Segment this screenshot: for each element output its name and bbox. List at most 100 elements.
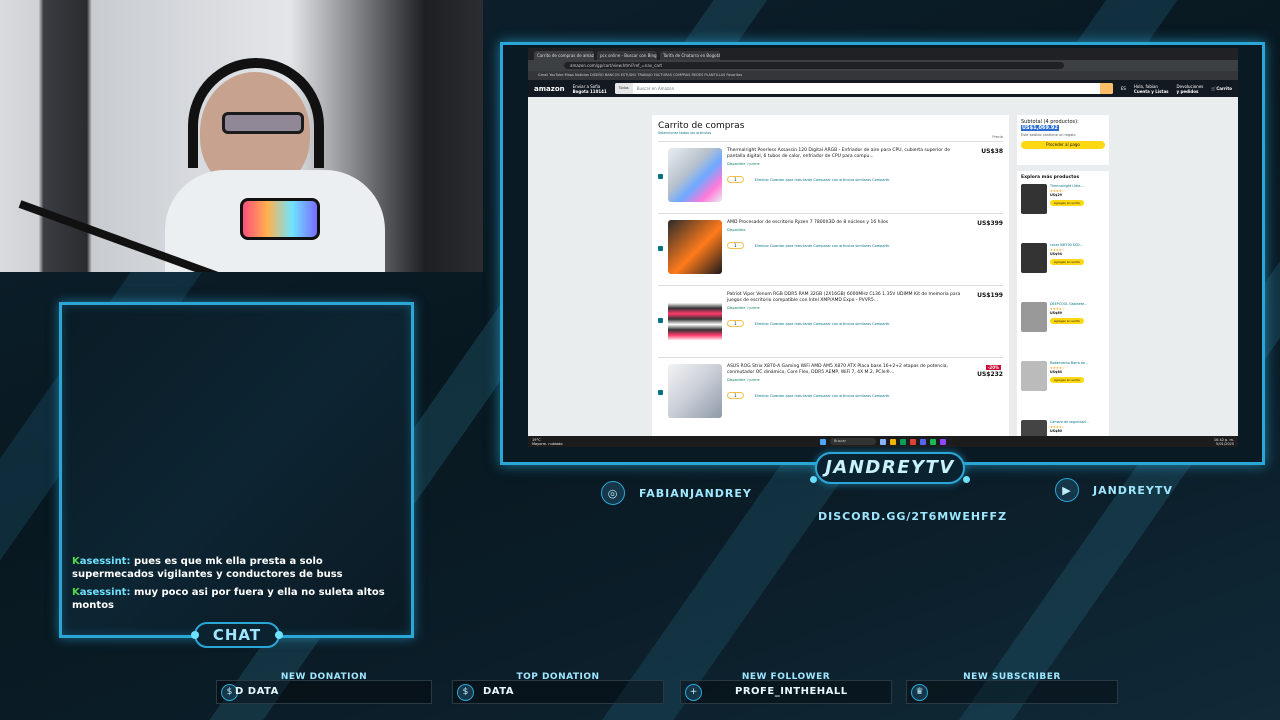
cart-item: AMD Procesador de escritorio Ryzen 7 780…: [658, 214, 1003, 286]
amazon-navbar: amazon Enviar a Sofia Bogota 110141 Todo…: [528, 80, 1238, 97]
explore-item-price: US$64: [1050, 370, 1062, 374]
item-price-value: US$199: [977, 292, 1003, 299]
add-to-cart-button[interactable]: Agregar al carrito: [1050, 317, 1084, 324]
item-image[interactable]: [668, 292, 722, 346]
quantity-stepper[interactable]: 1: [727, 242, 744, 249]
instagram-icon: ◎: [601, 481, 625, 505]
amazon-search[interactable]: Todos Buscar en Amazon: [614, 83, 1113, 94]
amazon-body: Carrito de compras Seleccionar todos los…: [528, 97, 1238, 447]
browser-tab[interactable]: Tarifa de Chatarra en Bogotá: [660, 51, 720, 60]
item-actions[interactable]: Eliminar Guardar para más tarde Comparar…: [755, 178, 890, 182]
explore-item-price: US$80: [1050, 429, 1062, 433]
cart-panel: Carrito de compras Seleccionar todos los…: [652, 115, 1009, 447]
item-stock: Disponible ✓prime: [727, 306, 760, 310]
alert-label: NEW FOLLOWER: [741, 672, 831, 682]
spotify-icon[interactable]: [930, 438, 936, 445]
item-image[interactable]: [668, 220, 722, 274]
item-image[interactable]: [668, 364, 722, 418]
language-selector[interactable]: ES: [1121, 86, 1126, 91]
item-name[interactable]: Patriot Viper Venom RGB DDR5 RAM 32GB (2…: [727, 292, 962, 304]
item-price: US$38: [967, 148, 1003, 207]
new-subscriber-alert: NEW SUBSCRIBER ♛: [906, 672, 1118, 704]
app-icon[interactable]: [910, 438, 916, 445]
item-actions[interactable]: Eliminar Guardar para más tarde Comparar…: [755, 322, 890, 326]
windows-start-icon[interactable]: [820, 438, 826, 445]
item-price: -20%US$232: [967, 364, 1003, 424]
explore-item-image[interactable]: [1021, 302, 1047, 332]
explore-item: Thermalright Ultra... ★★★★☆ US$29 Agrega…: [1021, 184, 1105, 240]
explore-title: Explora más productos: [1021, 175, 1080, 180]
cart-link[interactable]: 🛒Carrito: [1211, 86, 1232, 91]
taskbar-clock[interactable]: 10:42 p. m. 5/01/2025: [1214, 438, 1234, 446]
add-to-cart-button[interactable]: Agregar al carrito: [1050, 258, 1084, 265]
browser-tab[interactable]: pcs online - Buscar con Bing: [597, 51, 657, 60]
chrome-icon[interactable]: [900, 438, 906, 445]
explore-item-price: US$94: [1050, 252, 1062, 256]
discord-icon[interactable]: [920, 438, 926, 445]
explore-item: Rodamiento Barra de... ★★★★☆ US$64 Agreg…: [1021, 361, 1105, 417]
screen-share: Carrito de compras de amazon pcs online …: [528, 48, 1238, 447]
explore-item-image[interactable]: [1021, 184, 1047, 214]
explore-item-price: US$29: [1050, 193, 1062, 197]
item-name[interactable]: Thermalright Peerless Assassin 120 Digit…: [727, 148, 962, 160]
cart-item: Patriot Viper Venom RGB DDR5 RAM 32GB (2…: [658, 286, 1003, 358]
item-price-value: US$232: [977, 371, 1003, 378]
follower-icon: +: [685, 684, 702, 701]
orders-line2: y pedidos: [1176, 88, 1199, 94]
twitch-kick-icon: K: [72, 587, 80, 598]
item-name[interactable]: ASUS ROG Strix X870-A Gaming WiFi AMD AM…: [727, 364, 962, 376]
browser-toolbar: amazon.com/gp/cart/view.html?ref_=nav_ca…: [528, 60, 1238, 71]
banner-dot-right: [963, 476, 970, 483]
item-checkbox[interactable]: [658, 246, 663, 251]
search-category[interactable]: Todos: [614, 83, 633, 94]
youtube-icon: ▶: [1055, 478, 1079, 502]
obs-icon[interactable]: [940, 438, 946, 445]
taskbar-search[interactable]: Buscar: [830, 438, 876, 445]
item-name[interactable]: AMD Procesador de escritorio Ryzen 7 780…: [727, 220, 962, 226]
task-view-icon[interactable]: [880, 438, 886, 445]
cart-item: Thermalright Peerless Assassin 120 Digit…: [658, 142, 1003, 214]
explore-item-image[interactable]: [1021, 361, 1047, 391]
weather-widget[interactable]: 19°C Mayorm. nublado: [532, 438, 563, 446]
chat-tab: CHAT: [191, 622, 283, 648]
item-actions[interactable]: Eliminar Guardar para más tarde Comparar…: [755, 394, 890, 398]
amazon-logo[interactable]: amazon: [534, 85, 565, 93]
browser-tab[interactable]: Carrito de compras de amazon: [534, 51, 594, 60]
alert-label: NEW SUBSCRIBER: [963, 672, 1061, 682]
item-checkbox[interactable]: [658, 390, 663, 395]
explore-item: DEEPCOOL Gabinete... ★★★★☆ US$69 Agregar…: [1021, 302, 1105, 358]
gift-checkbox[interactable]: Este pedido contiene un regalo: [1021, 133, 1105, 137]
add-to-cart-button[interactable]: Agregar al carrito: [1050, 376, 1084, 383]
item-checkbox[interactable]: [658, 174, 663, 179]
cart-item: ASUS ROG Strix X870-A Gaming WiFi AMD AM…: [658, 358, 1003, 430]
quantity-stepper[interactable]: 1: [727, 392, 744, 399]
crown-icon: ♛: [911, 684, 928, 701]
account-line2: Cuenta y Listas: [1133, 88, 1169, 94]
address-bar[interactable]: amazon.com/gp/cart/view.html?ref_=nav_ca…: [564, 62, 1064, 69]
instagram-handle: ◎ FABIANJANDREY: [601, 481, 752, 505]
item-image[interactable]: [668, 148, 722, 202]
account-menu[interactable]: Hola, fabian Cuenta y Listas: [1134, 84, 1169, 94]
search-input[interactable]: Buscar en Amazon: [633, 86, 1100, 91]
bookmarks-bar[interactable]: Gmail YouTube Maps Noticias DISEÑO BANCO…: [528, 71, 1238, 80]
item-stock: Disponible: [727, 228, 746, 232]
alert-label: TOP DONATION: [516, 672, 600, 682]
item-actions[interactable]: Eliminar Guardar para más tarde Comparar…: [755, 244, 890, 248]
alert-value: DATA: [483, 686, 515, 697]
quantity-stepper[interactable]: 1: [727, 176, 744, 183]
search-button[interactable]: [1099, 83, 1113, 94]
checkout-button[interactable]: Proceder al pago: [1021, 141, 1105, 149]
quantity-stepper[interactable]: 1: [727, 320, 744, 327]
alert-value: PROFE_INTHEHALL: [735, 686, 848, 697]
add-to-cart-button[interactable]: Agregar al carrito: [1050, 199, 1084, 206]
deliver-to[interactable]: Enviar a Sofia Bogota 110141: [573, 84, 607, 94]
cart-label: Carrito: [1216, 86, 1232, 91]
youtube-handle: ▶ JANDREYTV: [1055, 478, 1173, 502]
item-stock: Disponible ✓prime: [727, 162, 760, 166]
explore-item-price: US$69: [1050, 311, 1062, 315]
item-checkbox[interactable]: [658, 318, 663, 323]
file-explorer-icon[interactable]: [890, 438, 896, 445]
subtotal-amount: US$1,069.92: [1021, 125, 1059, 131]
explore-item-image[interactable]: [1021, 243, 1047, 273]
orders-link[interactable]: Devoluciones y pedidos: [1177, 84, 1204, 94]
